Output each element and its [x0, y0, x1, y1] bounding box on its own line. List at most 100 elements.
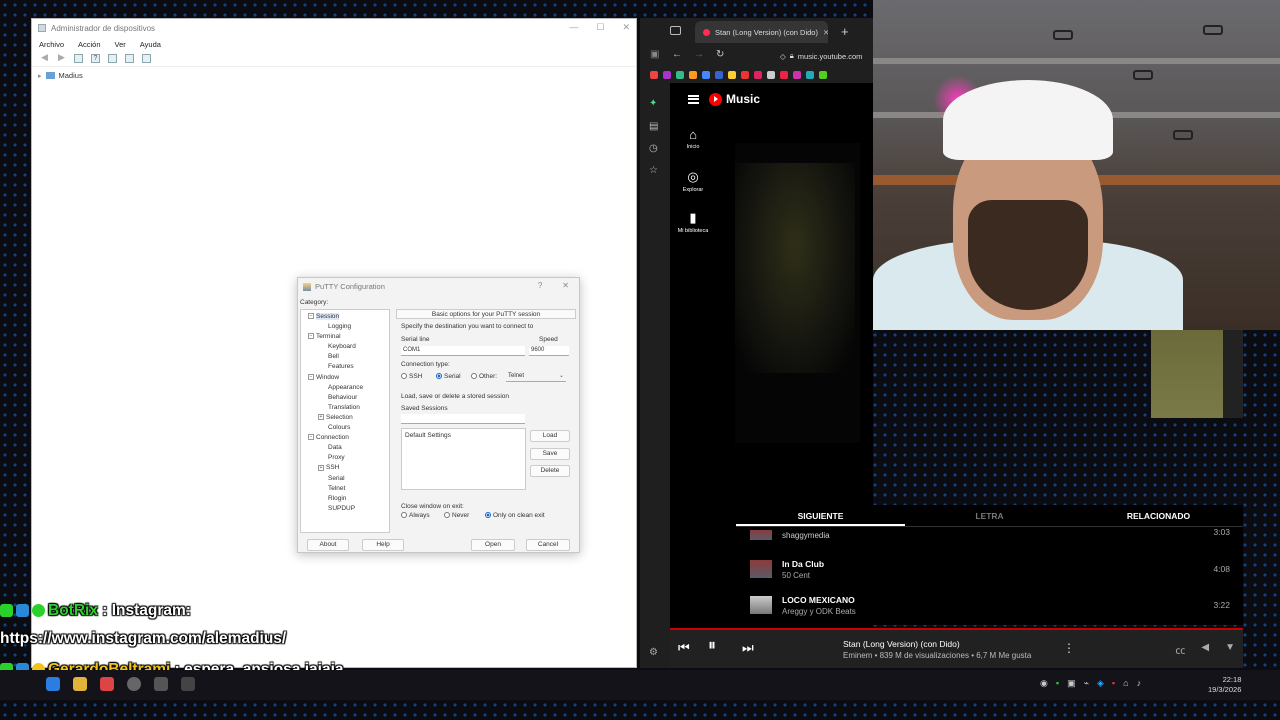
category-logging[interactable]: Logging: [304, 322, 386, 332]
nav-explorar[interactable]: ◎ Explorar: [670, 169, 716, 193]
tray-icon[interactable]: ◉: [1040, 678, 1048, 689]
category-appearance[interactable]: Appearance: [304, 383, 386, 393]
back-icon[interactable]: ←: [672, 49, 682, 60]
conn-type-serial[interactable]: Serial: [436, 373, 461, 380]
scan-icon[interactable]: [125, 54, 134, 63]
bookmark-icon[interactable]: [793, 71, 801, 79]
bookmark-icon[interactable]: [650, 71, 658, 79]
menu-archivo[interactable]: Archivo: [39, 40, 64, 49]
serial-line-input[interactable]: COM1: [401, 346, 525, 356]
bookmark-icon[interactable]: [780, 71, 788, 79]
tray-icon[interactable]: ▣: [1067, 678, 1076, 689]
more-options-icon[interactable]: ⋮: [1063, 641, 1075, 655]
view-icon[interactable]: [108, 54, 117, 63]
menu-icon[interactable]: [688, 94, 699, 104]
menu-ayuda[interactable]: Ayuda: [140, 40, 161, 49]
radio-clean-exit[interactable]: [485, 512, 491, 519]
tab-close-icon[interactable]: ✕: [823, 28, 828, 37]
volume-icon[interactable]: ♪: [1137, 678, 1142, 689]
video-player[interactable]: [735, 143, 860, 443]
other-protocol-select[interactable]: Telnet ⌄: [506, 372, 566, 382]
load-button[interactable]: Load: [530, 430, 570, 442]
bookmark-icon[interactable]: [819, 71, 827, 79]
putty-taskbar-icon[interactable]: [181, 677, 195, 691]
help-icon[interactable]: ?: [91, 54, 100, 63]
start-icon[interactable]: [46, 677, 60, 691]
category-translation[interactable]: Translation: [304, 403, 386, 413]
bookmark-icon[interactable]: [689, 71, 697, 79]
now-playing-title[interactable]: Stan (Long Version) (con Dido): [843, 639, 960, 649]
radio-serial[interactable]: [436, 373, 442, 380]
previous-track-icon[interactable]: ⏮︎: [678, 640, 690, 656]
saved-sessions-input[interactable]: [401, 414, 525, 424]
delete-button[interactable]: Delete: [530, 465, 570, 477]
category-data[interactable]: Data: [304, 443, 386, 453]
forward-icon[interactable]: →: [694, 49, 704, 60]
captions-icon[interactable]: ㏄: [1175, 642, 1185, 657]
help-button-icon[interactable]: ?: [538, 281, 542, 290]
tree-expander-icon[interactable]: −: [308, 333, 314, 340]
bookmark-icon[interactable]: [741, 71, 749, 79]
bookmark-icon[interactable]: [728, 71, 736, 79]
category-ssh[interactable]: + SSH: [304, 463, 386, 473]
app-taskbar-icon[interactable]: [154, 677, 168, 691]
tree-expander-icon[interactable]: +: [318, 464, 324, 471]
category-behaviour[interactable]: Behaviour: [304, 393, 386, 403]
radio-other[interactable]: [471, 373, 477, 380]
nav-inicio[interactable]: ⌂ Inicio: [670, 127, 716, 150]
category-proxy[interactable]: Proxy: [304, 453, 386, 463]
category-bell[interactable]: Bell: [304, 352, 386, 362]
about-button[interactable]: About: [307, 539, 349, 551]
speed-input[interactable]: 9600: [529, 346, 569, 356]
category-session[interactable]: − Session: [304, 312, 386, 322]
tab-siguiente[interactable]: SIGUIENTE: [736, 505, 905, 526]
queue-item[interactable]: LOCO MEXICANO Areggy y ODK Beats 3:22: [750, 591, 1230, 619]
category-colours[interactable]: Colours: [304, 423, 386, 433]
category-telnet[interactable]: Telnet: [304, 484, 386, 494]
tab-relacionado[interactable]: RELACIONADO: [1074, 505, 1243, 526]
bookmarks-star-icon[interactable]: ☆: [649, 165, 658, 176]
save-button[interactable]: Save: [530, 448, 570, 460]
bookmark-icon[interactable]: [767, 71, 775, 79]
bookmark-icon[interactable]: [676, 71, 684, 79]
expand-chevron-icon[interactable]: ▼: [1225, 642, 1235, 657]
cancel-button[interactable]: Cancel: [526, 539, 570, 551]
queue-item[interactable]: In Da Club 50 Cent 4:08: [750, 555, 1230, 583]
properties-icon[interactable]: [74, 54, 83, 63]
tree-expander-icon[interactable]: +: [318, 414, 324, 421]
category-selection[interactable]: + Selection: [304, 413, 386, 423]
category-connection[interactable]: − Connection: [304, 433, 386, 443]
tray-icon[interactable]: ▪: [1112, 678, 1115, 689]
tree-expander-icon[interactable]: −: [308, 434, 314, 441]
close-always[interactable]: Always: [401, 512, 430, 519]
ai-sparkle-icon[interactable]: ✦: [649, 98, 657, 109]
tree-expander-icon[interactable]: −: [308, 313, 314, 320]
app-taskbar-icon[interactable]: [127, 677, 141, 691]
tray-icon[interactable]: ▪: [1056, 678, 1059, 689]
tab-letra[interactable]: LETRA: [905, 505, 1074, 526]
pause-icon[interactable]: ⏸︎: [708, 637, 716, 655]
browser-taskbar-icon[interactable]: [100, 677, 114, 691]
new-tab-icon[interactable]: +: [841, 24, 849, 39]
settings-gear-icon[interactable]: ⚙: [649, 647, 658, 658]
ytm-logo[interactable]: Music: [709, 92, 760, 106]
back-arrow-icon[interactable]: ◀: [40, 53, 49, 63]
sidebar-toggle-icon[interactable]: ▣: [650, 49, 659, 60]
bookmark-icon[interactable]: [702, 71, 710, 79]
bookmark-icon[interactable]: [663, 71, 671, 79]
queue-item[interactable]: shaggymedia 3:03: [750, 525, 1230, 545]
nav-biblioteca[interactable]: ▮ Mi biblioteca: [670, 210, 716, 234]
close-clean-exit[interactable]: Only on clean exit: [485, 512, 545, 519]
close-icon[interactable]: ✕: [622, 22, 630, 33]
category-terminal[interactable]: − Terminal: [304, 332, 386, 342]
category-rlogin[interactable]: Rlogin: [304, 494, 386, 504]
menu-ver[interactable]: Ver: [115, 40, 126, 49]
usb-icon[interactable]: ⌁: [1084, 678, 1089, 689]
tab-actions-icon[interactable]: [670, 26, 681, 35]
bookmark-icon[interactable]: [754, 71, 762, 79]
clock[interactable]: 22:18 19/3/2026: [1208, 675, 1241, 695]
history-icon[interactable]: ◷: [649, 143, 658, 154]
radio-ssh[interactable]: [401, 373, 407, 380]
browser-tab[interactable]: Stan (Long Version) (con Dido) ✕: [695, 21, 828, 43]
device-tree-root[interactable]: ▸ Madius: [32, 67, 636, 84]
